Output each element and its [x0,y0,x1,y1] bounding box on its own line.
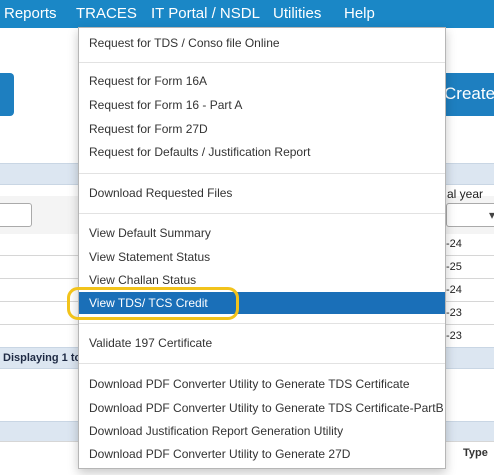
menu-item-view-statement-status[interactable]: View Statement Status [79,246,445,268]
menu-divider [79,363,445,364]
table-cell-year: -23 [446,307,462,319]
type-column-header: Type [463,447,488,459]
menu-item-request-defaults-justification[interactable]: Request for Defaults / Justification Rep… [79,141,445,163]
menu-item-request-form-16-part-a[interactable]: Request for Form 16 - Part A [79,94,445,116]
menu-item-request-form-16a[interactable]: Request for Form 16A [79,70,445,92]
menu-item-request-tds-conso-file[interactable]: Request for TDS / Conso file Online [79,32,445,54]
menu-help[interactable]: Help [344,5,375,23]
filter-select-left[interactable] [0,203,32,227]
table-cell-year: -24 [446,284,462,296]
table-cell-year: -23 [446,330,462,342]
menu-item-download-pdf-converter-tds-certificate-partb[interactable]: Download PDF Converter Utility to Genera… [79,397,445,419]
menu-item-view-tds-tcs-credit[interactable]: View TDS/ TCS Credit [79,292,445,314]
menu-item-download-justification-utility[interactable]: Download Justification Report Generation… [79,420,445,442]
menu-it-portal-nsdl[interactable]: IT Portal / NSDL [151,5,260,23]
menu-divider [79,213,445,214]
chevron-down-icon: ▾ [489,208,494,222]
menu-divider [79,62,445,63]
traces-dropdown-menu: Request for TDS / Conso file Online Requ… [78,27,446,469]
menu-item-download-pdf-converter-tds-certificate[interactable]: Download PDF Converter Utility to Genera… [79,373,445,395]
menu-item-view-default-summary[interactable]: View Default Summary [79,222,445,244]
table-cell-year: -24 [446,238,462,250]
left-action-button[interactable] [0,73,14,116]
menu-divider [79,173,445,174]
financial-year-label: al year [447,187,484,201]
menu-item-download-requested-files[interactable]: Download Requested Files [79,182,445,204]
menu-item-view-challan-status[interactable]: View Challan Status [79,269,445,291]
menu-utilities[interactable]: Utilities [273,5,321,23]
menu-reports[interactable]: Reports [4,5,57,23]
menu-item-request-form-27d[interactable]: Request for Form 27D [79,118,445,140]
create-button-label: Create C [444,84,494,103]
top-menu-bar: Reports TRACES IT Portal / NSDL Utilitie… [0,0,494,28]
menu-divider [79,323,445,324]
menu-item-download-pdf-converter-27d[interactable]: Download PDF Converter Utility to Genera… [79,443,445,465]
menu-traces[interactable]: TRACES [76,5,137,23]
financial-year-select[interactable] [446,203,494,227]
menu-item-validate-197-certificate[interactable]: Validate 197 Certificate [79,332,445,354]
table-cell-year: -25 [446,261,462,273]
